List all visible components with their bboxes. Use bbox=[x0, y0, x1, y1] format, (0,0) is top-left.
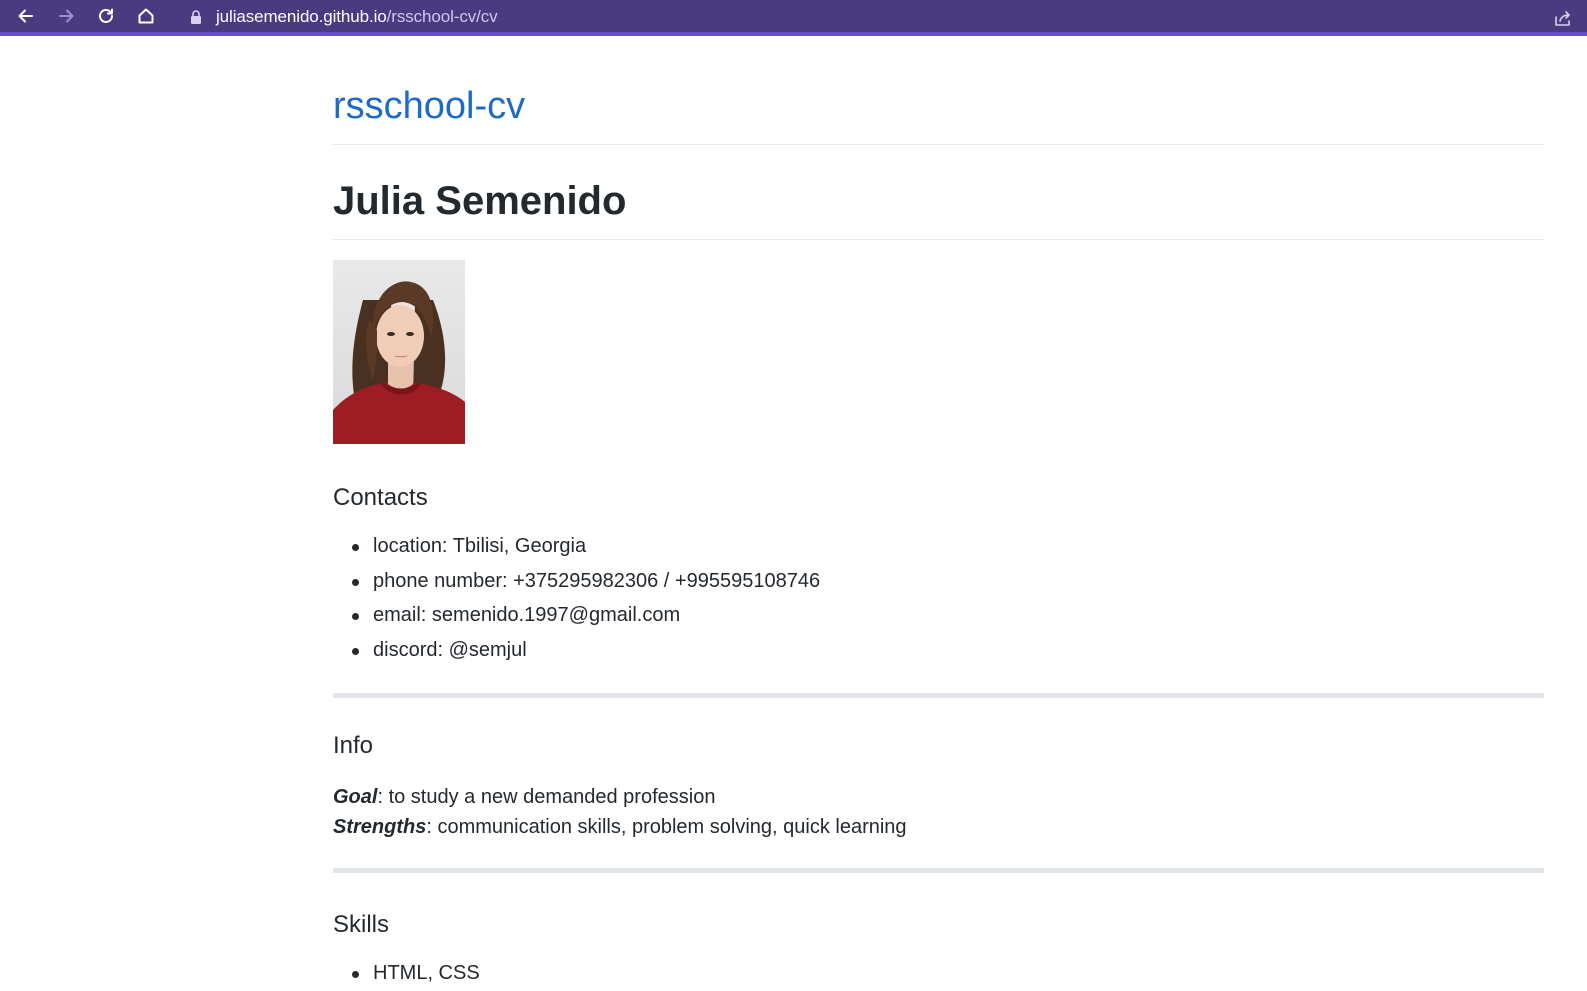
forward-button[interactable] bbox=[46, 0, 86, 34]
goal-line: Goal: to study a new demanded profession bbox=[333, 782, 1544, 812]
list-item: discord: @semjul bbox=[333, 633, 1544, 668]
url-host: juliasemenido.github.io bbox=[216, 7, 387, 26]
browser-toolbar: juliasemenido.github.io/rsschool-cv/cv bbox=[0, 0, 1587, 36]
contacts-heading: Contacts bbox=[333, 484, 428, 511]
profile-photo bbox=[333, 260, 465, 444]
section-divider bbox=[333, 868, 1544, 873]
portrait-image bbox=[333, 260, 465, 444]
strengths-line: Strengths: communication skills, problem… bbox=[333, 812, 1544, 842]
info-heading: Info bbox=[333, 732, 374, 759]
list-item: location: Tbilisi, Georgia bbox=[333, 529, 1544, 564]
skills-list: HTML, CSS bbox=[333, 956, 1544, 991]
info-text: Goal: to study a new demanded profession… bbox=[333, 782, 1544, 842]
reload-button[interactable] bbox=[86, 0, 126, 34]
home-icon bbox=[138, 8, 154, 24]
address-bar[interactable]: juliasemenido.github.io/rsschool-cv/cv bbox=[176, 2, 1566, 32]
url-path: /rsschool-cv/cv bbox=[386, 7, 498, 26]
section-divider bbox=[333, 693, 1544, 698]
list-item: email: semenido.1997@gmail.com bbox=[333, 598, 1544, 633]
page-content: rsschool-cv Julia Semenido Contacts loca… bbox=[333, 40, 1544, 991]
share-icon[interactable] bbox=[1553, 8, 1573, 28]
contacts-list: location: Tbilisi, Georgia phone number:… bbox=[333, 529, 1544, 667]
home-button[interactable] bbox=[126, 0, 166, 34]
goal-text: : to study a new demanded profession bbox=[377, 786, 716, 808]
strengths-label: Strengths bbox=[333, 816, 427, 838]
goal-label: Goal bbox=[333, 786, 378, 808]
url-text: juliasemenido.github.io/rsschool-cv/cv bbox=[216, 7, 498, 27]
reload-icon bbox=[99, 8, 113, 23]
page-title: Julia Semenido bbox=[333, 173, 1544, 240]
list-item: HTML, CSS bbox=[333, 956, 1544, 991]
skills-heading: Skills bbox=[333, 911, 390, 938]
list-item: phone number: +375295982306 / +995595108… bbox=[333, 564, 1544, 599]
back-button[interactable] bbox=[6, 0, 46, 34]
back-arrow-icon bbox=[18, 9, 33, 23]
site-title-link[interactable]: rsschool-cv bbox=[333, 80, 1544, 145]
lock-icon[interactable] bbox=[188, 9, 204, 25]
forward-arrow-icon bbox=[59, 9, 74, 23]
strengths-text: : communication skills, problem solving,… bbox=[426, 816, 907, 838]
